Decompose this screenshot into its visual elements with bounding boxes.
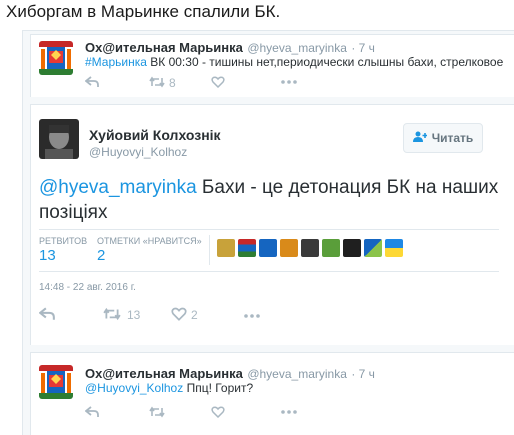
divider bbox=[39, 229, 499, 230]
liker-avatars bbox=[217, 239, 403, 257]
retweet-icon[interactable] bbox=[149, 405, 165, 423]
timestamp[interactable]: 14:48 - 22 авг. 2016 г. bbox=[39, 282, 136, 293]
author-name[interactable]: Хуйовий Колхознік bbox=[89, 127, 221, 143]
more-icon[interactable] bbox=[281, 75, 297, 93]
avatar[interactable] bbox=[39, 119, 79, 159]
author-name[interactable]: Ох@ительная Марьинка bbox=[85, 40, 243, 55]
liker-avatar[interactable] bbox=[259, 239, 277, 257]
author-handle[interactable]: @hyeva_maryinka bbox=[247, 367, 347, 381]
tweet-time[interactable]: · 7 ч bbox=[351, 367, 375, 381]
like-icon[interactable] bbox=[211, 405, 225, 423]
hashtag-link[interactable]: #Марьинка bbox=[85, 55, 147, 69]
author-handle[interactable]: @hyeva_maryinka bbox=[247, 41, 347, 55]
like-count: 2 bbox=[191, 308, 198, 322]
reply-icon[interactable] bbox=[84, 405, 99, 423]
author-name[interactable]: Ох@ительная Марьинка bbox=[85, 366, 243, 381]
tweet-text: Ппц! Горит? bbox=[183, 381, 254, 395]
liker-avatar[interactable] bbox=[301, 239, 319, 257]
more-icon[interactable] bbox=[281, 405, 297, 423]
liker-avatar[interactable] bbox=[238, 239, 256, 257]
liker-avatar[interactable] bbox=[280, 239, 298, 257]
liker-avatar[interactable] bbox=[343, 239, 361, 257]
follow-label: Читать bbox=[431, 131, 474, 145]
divider bbox=[209, 235, 210, 265]
reply-tweet[interactable]: Ох@ительная Марьинка @hyeva_maryinka · 7… bbox=[30, 352, 514, 435]
mention-link[interactable]: @hyeva_maryinka bbox=[39, 177, 197, 198]
retweets-label: РЕТВИТОВ bbox=[39, 236, 88, 246]
top-tweet[interactable]: Ох@ительная Марьинка @hyeva_maryinka · 7… bbox=[30, 34, 514, 97]
like-icon[interactable] bbox=[171, 307, 187, 326]
likes-count[interactable]: 2 bbox=[97, 247, 105, 264]
reply-icon[interactable] bbox=[38, 307, 55, 326]
more-icon[interactable] bbox=[243, 309, 261, 327]
divider bbox=[39, 271, 499, 272]
liker-avatar[interactable] bbox=[322, 239, 340, 257]
tweet-text: ВК 00:30 - тишины нет,периодически слышн… bbox=[146, 55, 504, 69]
avatar[interactable] bbox=[39, 365, 73, 399]
liker-avatar[interactable] bbox=[217, 239, 235, 257]
author-handle[interactable]: @Huyovyi_Kolhoz bbox=[89, 145, 187, 159]
likes-label: ОТМЕТКИ «НРАВИТСЯ» bbox=[97, 236, 202, 246]
retweet-count: 13 bbox=[127, 308, 141, 322]
follow-icon bbox=[412, 131, 428, 145]
liker-avatar[interactable] bbox=[385, 239, 403, 257]
retweet-icon[interactable] bbox=[149, 75, 165, 93]
page-headline: Хиборгам в Марьинке спалили БК. bbox=[6, 2, 281, 21]
reply-icon[interactable] bbox=[84, 75, 99, 91]
avatar[interactable] bbox=[39, 41, 73, 75]
tweet-time[interactable]: · 7 ч bbox=[351, 41, 375, 55]
retweets-count[interactable]: 13 bbox=[39, 247, 56, 264]
like-icon[interactable] bbox=[211, 75, 225, 93]
main-tweet[interactable]: Хуйовий Колхознік @Huyovyi_Kolhoz Читать… bbox=[30, 104, 514, 345]
tweet-body: @hyeva_maryinka Бахи - це детонация БК н… bbox=[39, 175, 499, 225]
follow-button[interactable]: Читать bbox=[403, 123, 483, 153]
mention-link[interactable]: @Huyovyi_Kolhoz bbox=[85, 381, 183, 395]
retweet-count: 8 bbox=[169, 76, 176, 90]
retweet-icon[interactable] bbox=[103, 307, 121, 326]
liker-avatar[interactable] bbox=[364, 239, 382, 257]
